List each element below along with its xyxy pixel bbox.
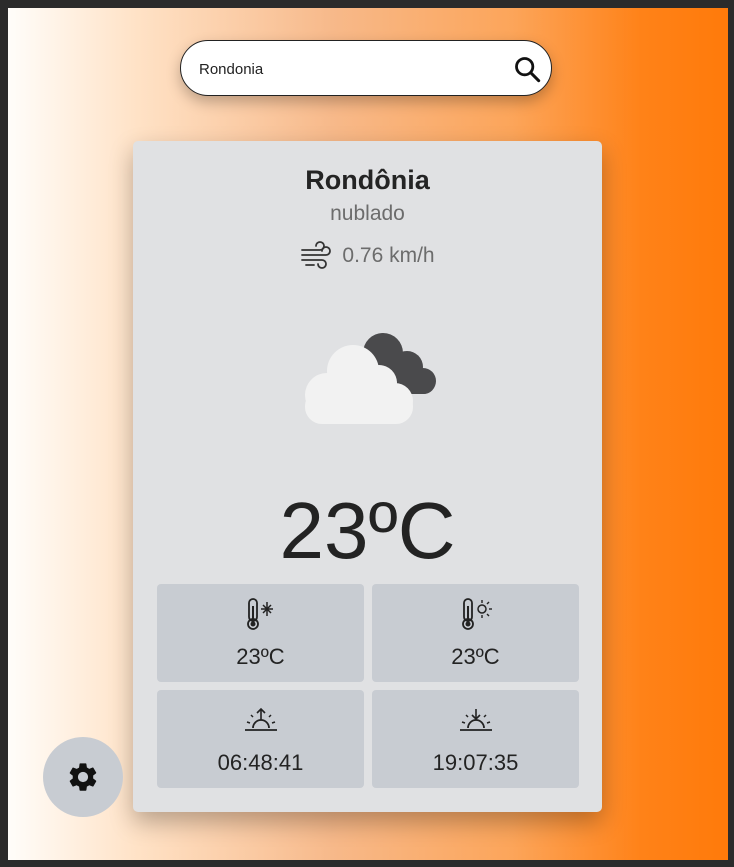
thermometer-cold-icon [246,598,273,630]
sunset-icon [459,709,492,731]
wind-info: 0.76 km/h [133,241,602,271]
weather-condition: nublado [330,202,405,225]
cloudy-icon [305,333,436,424]
search-bar [180,40,552,97]
sunrise-tile: 06:48:41 [157,690,364,788]
max-temp-value: 23ºC [451,644,500,669]
current-temperature: 23ºC [279,486,456,575]
wind-icon [301,241,332,269]
search-input[interactable] [197,41,511,97]
sunset-time: 19:07:35 [432,750,519,775]
settings-button[interactable] [43,737,123,817]
min-temp-tile: 23ºC [157,584,364,682]
app-background: Rondônia nublado 0.76 km/h [8,8,728,860]
wind-speed: 0.76 km/h [342,244,435,267]
search-icon[interactable] [513,55,541,83]
weather-card: Rondônia nublado 0.76 km/h 23ºC 23ºC 23º… [133,141,602,812]
max-temp-tile: 23ºC [372,584,579,682]
sunrise-icon [244,707,277,731]
thermometer-hot-icon [461,598,492,630]
min-temp-value: 23ºC [236,644,285,669]
city-name: Rondônia [305,165,430,195]
gear-icon [69,763,97,791]
sunset-tile: 19:07:35 [372,690,579,788]
sunrise-time: 06:48:41 [217,750,304,775]
